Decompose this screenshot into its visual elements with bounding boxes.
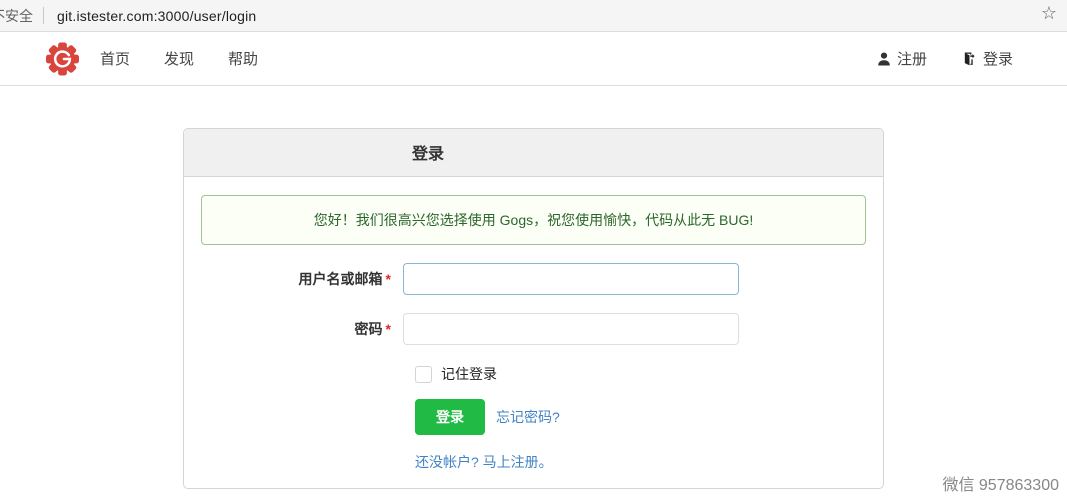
required-asterisk: * — [386, 271, 391, 287]
login-panel-header: 登录 — [184, 129, 883, 177]
password-input[interactable] — [403, 313, 739, 345]
login-panel-body: 您好！我们很高兴您选择使用 Gogs，祝您使用愉快，代码从此无 BUG! 用户名… — [184, 177, 883, 488]
register-now-link[interactable]: 还没帐户? 马上注册。 — [415, 454, 553, 470]
nav-item-signin[interactable]: 登录 — [962, 48, 1013, 69]
welcome-message: 您好！我们很高兴您选择使用 Gogs，祝您使用愉快，代码从此无 BUG! — [201, 195, 866, 245]
username-field-row: 用户名或邮箱* — [201, 263, 866, 295]
login-panel: 登录 您好！我们很高兴您选择使用 Gogs，祝您使用愉快，代码从此无 BUG! … — [183, 128, 884, 489]
password-field-row: 密码* — [201, 313, 866, 345]
nav-item-signin-label: 登录 — [983, 48, 1013, 69]
remember-login-row: 记住登录 — [415, 364, 866, 384]
login-submit-button[interactable]: 登录 — [415, 399, 485, 435]
gogs-logo-icon[interactable] — [46, 42, 79, 76]
wechat-contact-label: 微信 957863300 — [942, 471, 1059, 495]
username-label: 用户名或邮箱* — [201, 269, 403, 289]
forgot-password-link[interactable]: 忘记密码? — [496, 407, 560, 427]
url-text[interactable]: git.istester.com:3000/user/login — [57, 8, 256, 24]
username-input[interactable] — [403, 263, 739, 295]
address-bar-divider — [43, 7, 44, 24]
remember-login-label[interactable]: 记住登录 — [441, 364, 497, 384]
sign-in-icon — [962, 51, 977, 67]
required-asterisk: * — [386, 321, 391, 337]
navbar: 首页 发现 帮助 注册 登录 — [0, 32, 1067, 86]
nav-item-help[interactable]: 帮助 — [228, 48, 258, 69]
browser-address-bar[interactable]: 不安全 git.istester.com:3000/user/login ☆ — [0, 0, 1067, 32]
nav-right: 注册 登录 — [877, 48, 1013, 69]
bookmark-star-icon[interactable]: ☆ — [1041, 4, 1057, 22]
password-label: 密码* — [201, 319, 403, 339]
nav-item-home[interactable]: 首页 — [100, 48, 130, 69]
action-row: 登录 忘记密码? — [415, 399, 866, 435]
nav-links: 首页 发现 帮助 — [100, 48, 292, 69]
nav-item-register-label: 注册 — [897, 48, 927, 69]
person-icon — [877, 51, 891, 67]
nav-item-explore[interactable]: 发现 — [164, 48, 194, 69]
security-status-label[interactable]: 不安全 — [0, 6, 33, 26]
register-row: 还没帐户? 马上注册。 — [415, 452, 866, 472]
nav-item-register[interactable]: 注册 — [877, 48, 927, 69]
remember-login-checkbox[interactable] — [415, 366, 432, 383]
